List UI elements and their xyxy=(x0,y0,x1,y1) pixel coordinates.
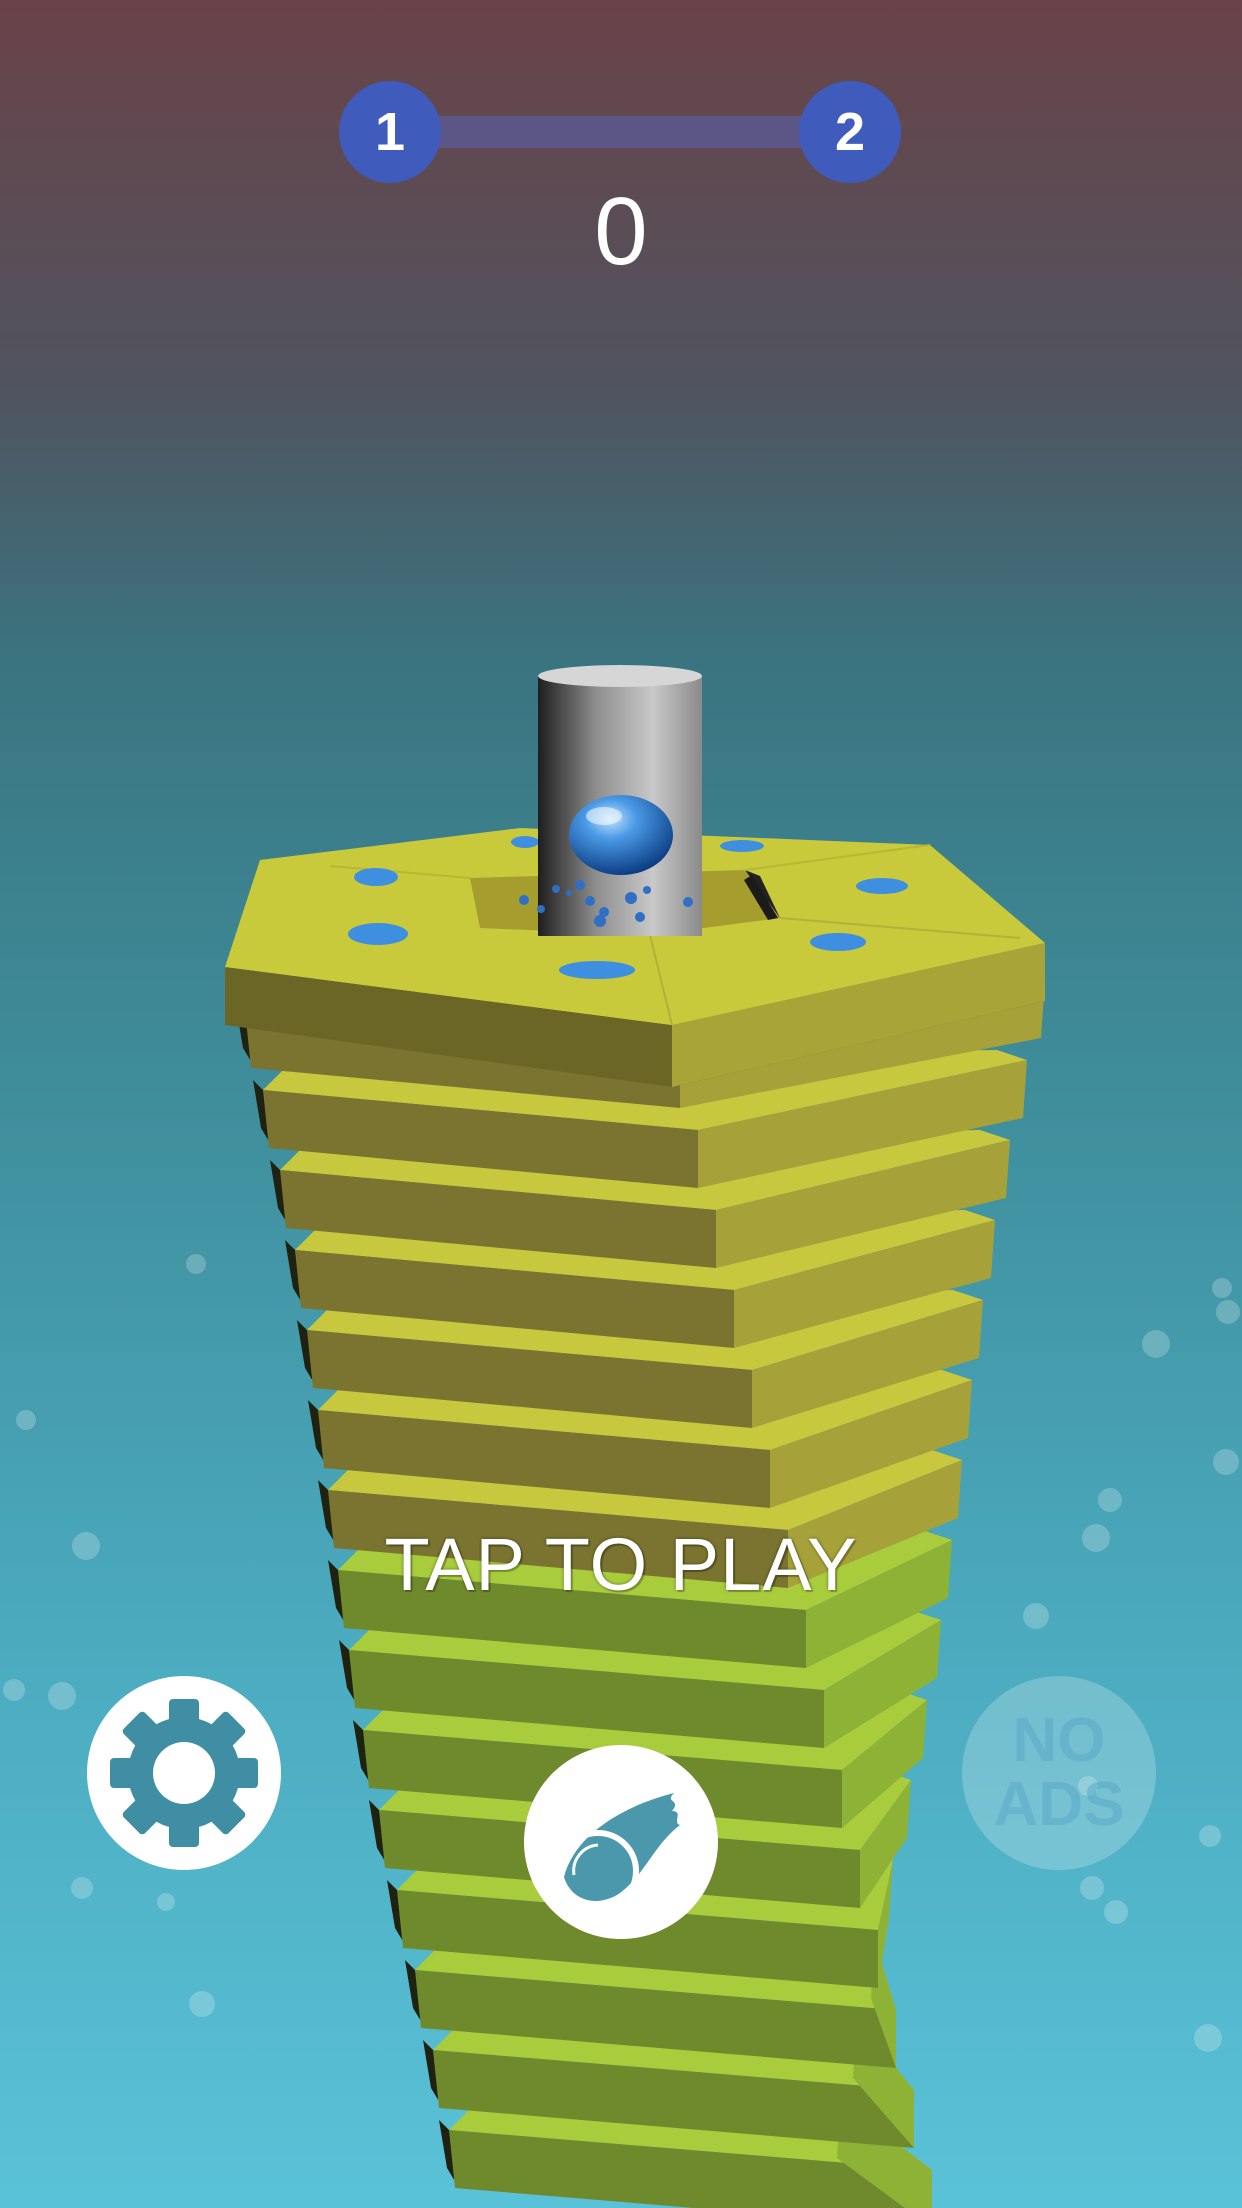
no-ads-label-line1: NO xyxy=(1012,1706,1106,1775)
no-ads-label-line2: ADS xyxy=(993,1770,1125,1839)
score-counter: 0 xyxy=(594,178,648,285)
ball-skin-button[interactable] xyxy=(524,1745,718,1939)
next-level-badge: 2 xyxy=(799,81,901,183)
no-ads-button[interactable]: NO ADS xyxy=(962,1676,1156,1870)
settings-button[interactable] xyxy=(87,1676,281,1870)
ball-skin-icon xyxy=(557,1793,680,1912)
gear-icon xyxy=(110,1699,258,1847)
ball xyxy=(569,795,673,875)
tap-to-play-prompt[interactable]: TAP TO PLAY xyxy=(0,1522,1242,1607)
helix-tower xyxy=(225,665,1045,2208)
level-progress-bar xyxy=(420,116,860,148)
current-level-badge: 1 xyxy=(339,81,441,183)
